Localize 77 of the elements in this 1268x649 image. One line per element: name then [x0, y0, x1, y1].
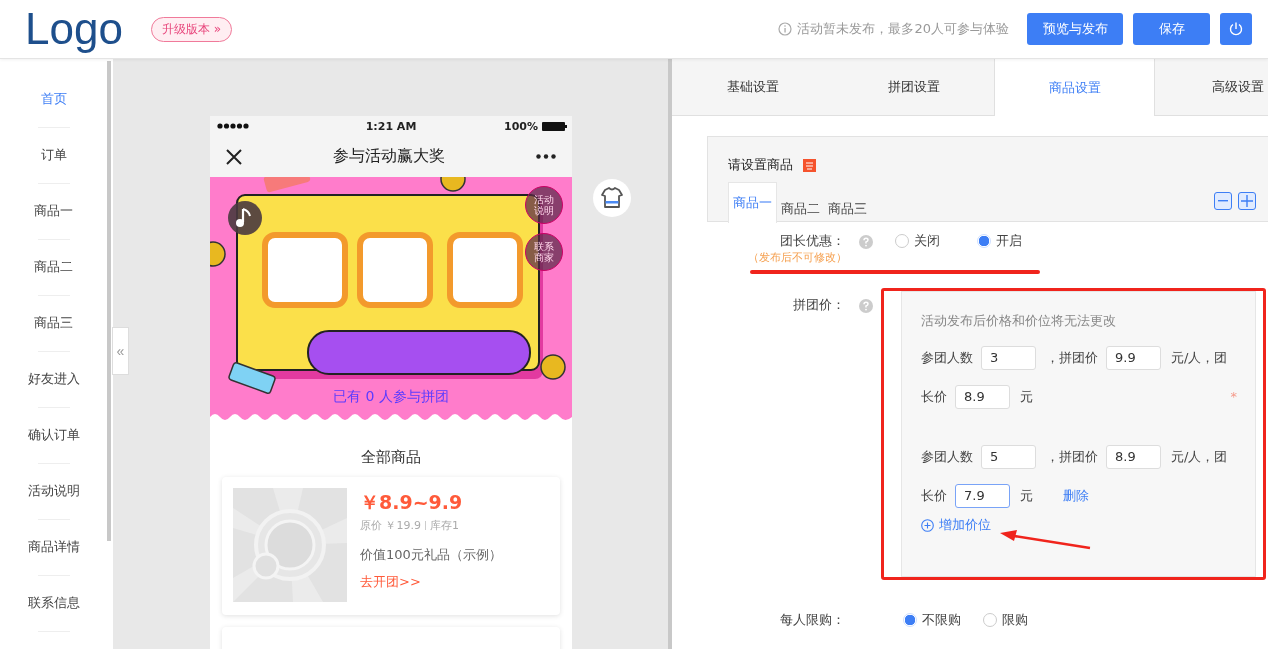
original-price: 原价 ￥19.9	[360, 518, 421, 533]
sidebar-item[interactable]: 商品详情	[27, 535, 80, 559]
field-label: 团长优惠：	[780, 232, 845, 250]
section-title: 全部商品	[360, 447, 422, 468]
save-button[interactable]: 保存	[1133, 13, 1210, 45]
panel-title: 请设置商品	[728, 156, 793, 174]
remove-button[interactable]	[1214, 192, 1232, 210]
plus-circle-icon	[921, 518, 934, 532]
required-mark: *	[1230, 389, 1237, 404]
sidebar-item[interactable]: 好友进入	[27, 367, 80, 391]
people-input[interactable]: 5	[981, 444, 1036, 469]
scrollbar[interactable]	[668, 59, 672, 649]
page-title: 参与活动赢大奖	[333, 146, 445, 167]
people-input[interactable]: 3	[981, 345, 1036, 370]
signal-icon	[217, 123, 249, 129]
price-input[interactable]: 9.9	[1106, 345, 1161, 370]
logo[interactable]: Logo	[25, 7, 123, 51]
unit-text: 元	[1020, 486, 1033, 505]
publish-button[interactable]: 预览与发布	[1027, 13, 1123, 45]
sidebar-item[interactable]: 商品一	[34, 199, 73, 223]
product-tab[interactable]: 商品三	[824, 195, 871, 223]
sidebar-item[interactable]: 活动说明	[27, 479, 80, 503]
product-tab[interactable]: 商品二	[777, 195, 824, 223]
price-text: ￥8.9~9.9	[360, 490, 464, 515]
radio-option[interactable]: 关闭	[895, 232, 955, 250]
field-label: 参团人数	[921, 447, 973, 466]
product-card[interactable]: ￥8.9~9.9 原价 ￥19.9 库存1 价值100元礼品（示例） 去开团>>	[222, 477, 560, 615]
radio-option[interactable]: 开启	[977, 232, 1037, 250]
sidebar-item[interactable]: 订单	[40, 143, 67, 167]
status-time: 1:21 AM	[365, 119, 417, 133]
stock-text: 库存1	[430, 518, 459, 533]
power-button[interactable]	[1220, 13, 1252, 45]
sidebar-item[interactable]: 商品三	[34, 311, 73, 335]
field-label: 每人限购：	[780, 611, 845, 629]
add-button[interactable]	[1238, 192, 1256, 210]
more-icon[interactable]	[536, 154, 556, 159]
settings-tab[interactable]: 高级设置	[1155, 59, 1268, 115]
plus-icon	[1241, 195, 1253, 207]
sidebar-item[interactable]: 确认订单	[27, 423, 80, 447]
field-label: ，拼团价	[1046, 447, 1098, 466]
unit-text: 元/人，团	[1171, 447, 1228, 466]
unit-text: 元	[1020, 387, 1033, 406]
sidebar-item[interactable]: 联系信息	[27, 591, 80, 615]
badge-icon	[803, 158, 816, 172]
product-name: 价值100元礼品（示例）	[360, 546, 502, 564]
unit-text: 元/人，团	[1171, 348, 1228, 367]
settings-tab[interactable]: 基础设置	[672, 59, 833, 115]
battery-icon	[542, 121, 567, 131]
minus-icon	[1218, 200, 1228, 202]
field-label: 长价	[921, 486, 947, 505]
radio-option[interactable]: 限购	[983, 611, 1043, 629]
hint-text: 活动发布后价格和价位将无法更改	[921, 312, 1117, 330]
delete-link[interactable]: 删除	[1063, 486, 1089, 505]
leader-price-input[interactable]: 8.9	[955, 384, 1010, 409]
field-label: ，拼团价	[1046, 348, 1098, 367]
settings-tab[interactable]: 商品设置	[994, 59, 1155, 116]
radio-option[interactable]: 不限购	[903, 611, 963, 629]
music-note-icon[interactable]	[227, 200, 263, 236]
info-icon	[778, 22, 793, 36]
add-tier-link[interactable]: 增加价位	[921, 516, 1237, 534]
field-label: 长价	[921, 387, 947, 406]
shirt-icon[interactable]	[593, 179, 631, 217]
participants-text: 已有 0 人参与拼团	[332, 388, 450, 406]
battery-level: 100%	[504, 119, 538, 133]
field-label: 拼团价：	[793, 296, 845, 314]
sidebar-item[interactable]: 商品二	[34, 255, 73, 279]
close-icon[interactable]	[226, 148, 242, 165]
power-icon	[1228, 21, 1244, 37]
field-note: （发布后不可修改）	[748, 250, 847, 265]
notice-text: 活动暂未发布，最多20人可参与体验	[797, 20, 1009, 38]
sidebar-item[interactable]: 首页	[40, 87, 67, 111]
product-tab[interactable]: 商品一	[728, 182, 777, 223]
scrollbar[interactable]	[107, 61, 111, 541]
field-label: 参团人数	[921, 348, 973, 367]
leader-price-input[interactable]: 7.9	[955, 483, 1010, 508]
settings-tab[interactable]: 拼团设置	[833, 59, 994, 115]
price-input[interactable]: 8.9	[1106, 444, 1161, 469]
